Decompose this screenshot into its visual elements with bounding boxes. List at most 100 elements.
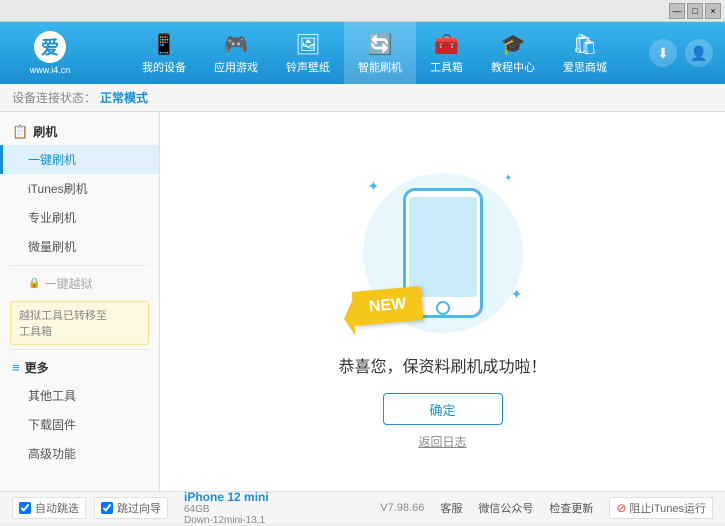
status-bar: 设备连接状态： 正常模式 (0, 84, 725, 112)
content-area: ✦ ✦ ✦ NEW 恭喜您，保资料刷机成功啦！ 确定 返回日志 (160, 112, 725, 491)
sidebar-item-pro-flash[interactable]: 专业刷机 (0, 203, 159, 232)
wallpaper-icon: 🖼 (295, 32, 320, 57)
maximize-button[interactable]: □ (687, 3, 703, 19)
sparkle-icon-1: ✦ (368, 178, 380, 195)
auto-launch-checkbox[interactable] (19, 502, 31, 514)
sidebar-section-more: ≡ 更多 其他工具 下载固件 高级功能 (0, 354, 159, 468)
version-text: V7.98.66 (380, 502, 424, 514)
close-button[interactable]: × (705, 3, 721, 19)
nav-item-toolbox[interactable]: 🧰 工具箱 (416, 22, 477, 84)
status-label: 设备连接状态： (12, 89, 96, 106)
nav-item-mall[interactable]: 🛍 爱思商城 (549, 22, 621, 84)
new-badge-text: NEW (368, 295, 407, 315)
checkbox-group-auto[interactable]: 自动跳迭 (12, 497, 86, 519)
itunes-flash-label: iTunes刷机 (28, 182, 88, 196)
toolbox-icon: 🧰 (434, 32, 459, 57)
checkbox-group-guide[interactable]: 跳过向导 (94, 497, 168, 519)
logo-icon: 爱 (34, 31, 66, 63)
sparkle-icon-3: ✦ (511, 286, 523, 303)
sidebar-item-other-tools[interactable]: 其他工具 (0, 381, 159, 410)
device-info: iPhone 12 mini 64GB Down-12mini-13,1 (184, 490, 269, 526)
apps-games-icon: 🎮 (224, 32, 249, 57)
jailbreak-warning-text: 越狱工具已转移至工具箱 (19, 310, 107, 338)
sidebar-item-itunes-flash[interactable]: iTunes刷机 (0, 174, 159, 203)
nav-label-apps-games: 应用游戏 (214, 59, 258, 75)
more-section-icon: ≡ (12, 360, 20, 375)
nav-item-wallpaper[interactable]: 🖼 铃声壁纸 (272, 22, 344, 84)
nav-item-smart-flash[interactable]: 🔄 智能刷机 (344, 22, 416, 84)
main-layout: 📋 刷机 一键刷机 iTunes刷机 专业刷机 微量刷机 🔒 一键越狱 (0, 112, 725, 491)
no-itunes-label: 阻止iTunes运行 (629, 500, 706, 516)
download-firmware-label: 下载固件 (28, 418, 76, 432)
sidebar-section-jailbreak: 🔒 一键越狱 越狱工具已转移至工具箱 (0, 270, 159, 345)
mall-icon: 🛍 (572, 32, 597, 57)
download-button[interactable]: ⬇ (649, 39, 677, 67)
bottom-left: 自动跳迭 跳过向导 iPhone 12 mini 64GB Down-12min… (12, 490, 380, 526)
sidebar-item-one-click-flash[interactable]: 一键刷机 (0, 145, 159, 174)
phone-screen (409, 197, 477, 297)
nav-label-toolbox: 工具箱 (430, 59, 463, 75)
nav-item-apps-games[interactable]: 🎮 应用游戏 (200, 22, 272, 84)
confirm-button[interactable]: 确定 (383, 393, 503, 425)
nav-label-tutorials: 教程中心 (491, 59, 535, 75)
flash-section-title: 刷机 (33, 123, 57, 140)
jailbreak-locked-header: 🔒 一键越狱 (0, 270, 159, 297)
stop-icon: ⊘ (616, 501, 626, 515)
nav-right-buttons: ⬇ 👤 (649, 39, 725, 67)
logo-area: 爱 www.i4.cn (0, 22, 100, 84)
nav-label-mall: 爱思商城 (563, 59, 607, 75)
nav-label-my-device: 我的设备 (142, 59, 186, 75)
phone-home-button (436, 301, 450, 315)
success-illustration: ✦ ✦ ✦ NEW (343, 153, 543, 353)
back-link[interactable]: 返回日志 (418, 433, 466, 450)
sidebar-item-advanced[interactable]: 高级功能 (0, 439, 159, 468)
auto-launch-label: 自动跳迭 (35, 500, 79, 516)
sidebar-section-flash-header: 📋 刷机 (0, 118, 159, 145)
sparkle-icon-2: ✦ (504, 173, 512, 184)
lock-icon: 🔒 (28, 278, 40, 289)
sidebar-item-micro-flash[interactable]: 微量刷机 (0, 232, 159, 261)
status-value: 正常模式 (100, 89, 148, 106)
tutorials-icon: 🎓 (501, 32, 526, 57)
flash-section-icon: 📋 (12, 124, 28, 140)
sidebar-item-download-firmware[interactable]: 下载固件 (0, 410, 159, 439)
top-nav: 爱 www.i4.cn 📱 我的设备 🎮 应用游戏 🖼 铃声壁纸 🔄 智能刷机 … (0, 22, 725, 84)
device-model: Down-12mini-13,1 (184, 515, 269, 526)
customer-service-link[interactable]: 客服 (440, 500, 462, 516)
more-section-title: 更多 (25, 359, 49, 376)
new-badge: NEW (351, 286, 423, 326)
no-itunes-checkbox[interactable]: ⊘ 阻止iTunes运行 (609, 497, 713, 519)
my-device-icon: 📱 (152, 32, 177, 57)
smart-flash-icon: 🔄 (368, 32, 393, 57)
jailbreak-warning: 越狱工具已转移至工具箱 (10, 301, 149, 345)
nav-label-wallpaper: 铃声壁纸 (286, 59, 330, 75)
nav-item-my-device[interactable]: 📱 我的设备 (128, 22, 200, 84)
check-update-link[interactable]: 检查更新 (549, 500, 593, 516)
advanced-label: 高级功能 (28, 447, 76, 461)
divider-1 (10, 265, 149, 266)
micro-flash-label: 微量刷机 (28, 240, 76, 254)
window-controls[interactable]: — □ × (669, 3, 721, 19)
device-name: iPhone 12 mini (184, 490, 269, 504)
pro-flash-label: 专业刷机 (28, 211, 76, 225)
success-message: 恭喜您，保资料刷机成功啦！ (338, 353, 546, 377)
nav-item-tutorials[interactable]: 🎓 教程中心 (477, 22, 549, 84)
bottom-right: V7.98.66 客服 微信公众号 检查更新 ⊘ 阻止iTunes运行 (380, 497, 713, 519)
divider-2 (10, 349, 149, 350)
sidebar-section-flash: 📋 刷机 一键刷机 iTunes刷机 专业刷机 微量刷机 (0, 118, 159, 261)
jailbreak-title: 一键越狱 (44, 275, 92, 292)
sidebar-section-more-header: ≡ 更多 (0, 354, 159, 381)
title-bar: — □ × (0, 0, 725, 22)
device-storage: 64GB (184, 504, 269, 515)
account-button[interactable]: 👤 (685, 39, 713, 67)
via-guide-checkbox[interactable] (101, 502, 113, 514)
other-tools-label: 其他工具 (28, 389, 76, 403)
wechat-link[interactable]: 微信公众号 (478, 500, 533, 516)
logo-subtitle: www.i4.cn (30, 65, 71, 75)
minimize-button[interactable]: — (669, 3, 685, 19)
nav-label-smart-flash: 智能刷机 (358, 59, 402, 75)
via-guide-label: 跳过向导 (117, 500, 161, 516)
sidebar: 📋 刷机 一键刷机 iTunes刷机 专业刷机 微量刷机 🔒 一键越狱 (0, 112, 160, 491)
one-click-flash-label: 一键刷机 (28, 153, 76, 167)
bottom-bar: 自动跳迭 跳过向导 iPhone 12 mini 64GB Down-12min… (0, 491, 725, 523)
